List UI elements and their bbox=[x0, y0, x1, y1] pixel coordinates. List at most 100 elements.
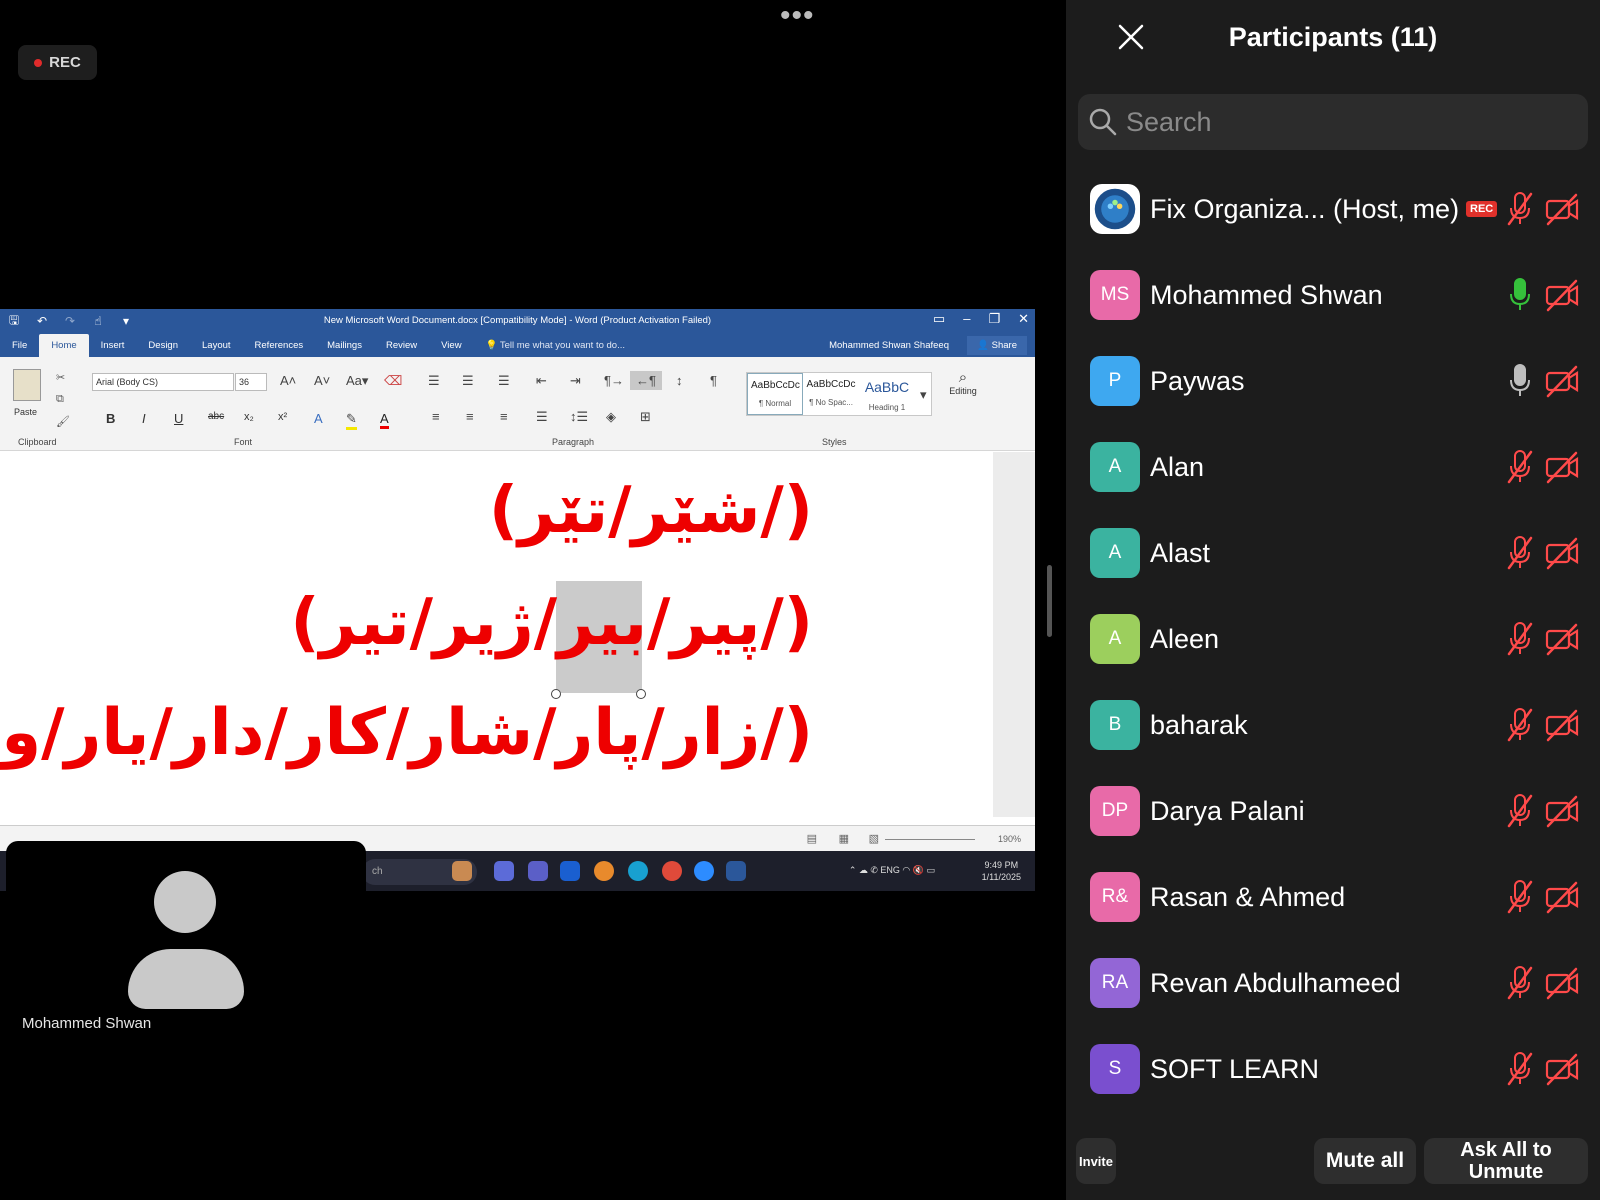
ask-all-unmute-button[interactable]: Ask All to Unmute bbox=[1424, 1138, 1588, 1184]
minimize-icon[interactable]: – bbox=[963, 311, 970, 327]
video-off-icon[interactable] bbox=[1544, 879, 1580, 915]
format-painter-icon[interactable]: 🖌 bbox=[56, 415, 70, 428]
rtl-icon[interactable]: ←¶ bbox=[630, 371, 662, 390]
sort-icon[interactable]: ↕ bbox=[676, 373, 683, 388]
participant-row[interactable]: P Paywas bbox=[1066, 338, 1600, 424]
document-page[interactable]: (/شێر/تێر) (/پیر/بیر/ژیر/تیر) (/زار/پار/… bbox=[0, 452, 993, 817]
tab-home[interactable]: Home bbox=[39, 334, 89, 357]
shared-screen[interactable]: 🖫 ↶ ↷ ☝ ▾ New Microsoft Word Document.do… bbox=[0, 309, 1035, 891]
video-off-icon[interactable] bbox=[1544, 793, 1580, 829]
close-window-icon[interactable]: ✕ bbox=[1018, 311, 1029, 327]
ribbon-display-icon[interactable]: ▭ bbox=[933, 311, 945, 327]
text-effects-icon[interactable]: A bbox=[314, 411, 323, 426]
selection-handle-right[interactable] bbox=[636, 689, 646, 699]
subscript-icon[interactable]: x₂ bbox=[244, 411, 254, 423]
tab-file[interactable]: File bbox=[0, 340, 39, 357]
mic-muted-icon[interactable] bbox=[1506, 1050, 1534, 1088]
more-options-icon[interactable]: ••• bbox=[780, 1, 815, 31]
video-off-icon[interactable] bbox=[1544, 621, 1580, 657]
tab-mailings[interactable]: Mailings bbox=[315, 340, 374, 357]
participant-row[interactable]: A Alast bbox=[1066, 510, 1600, 596]
mic-muted-icon[interactable] bbox=[1506, 534, 1534, 572]
document-scrollbar[interactable] bbox=[993, 452, 1035, 817]
tab-insert[interactable]: Insert bbox=[89, 340, 137, 357]
multilevel-list-icon[interactable]: ☰ bbox=[498, 373, 510, 389]
participant-row[interactable]: Fix Organiza... (Host, me) REC bbox=[1066, 166, 1600, 252]
tab-design[interactable]: Design bbox=[136, 340, 190, 357]
participant-row[interactable]: Bbaharak bbox=[1066, 682, 1600, 768]
video-off-icon[interactable] bbox=[1544, 191, 1580, 227]
mic-muted-icon[interactable] bbox=[1506, 620, 1534, 658]
mic-muted-icon[interactable] bbox=[1506, 190, 1534, 228]
cut-icon[interactable]: ✂ bbox=[56, 371, 65, 384]
participant-row[interactable]: A Aleen bbox=[1066, 596, 1600, 682]
styles-more-icon[interactable]: ▾ bbox=[920, 387, 927, 403]
restore-icon[interactable]: ❐ bbox=[988, 311, 1000, 327]
decrease-indent-icon[interactable]: ⇤ bbox=[536, 373, 547, 389]
align-center-icon[interactable]: ≡ bbox=[466, 409, 474, 424]
clear-formatting-icon[interactable]: ⌫ bbox=[384, 373, 402, 389]
taskbar-clock[interactable]: 9:49 PM 1/11/2025 bbox=[982, 859, 1021, 883]
mic-icon[interactable] bbox=[1506, 362, 1534, 400]
video-off-icon[interactable] bbox=[1544, 1051, 1580, 1087]
mic-muted-icon[interactable] bbox=[1506, 706, 1534, 744]
participant-row[interactable]: A Alan bbox=[1066, 424, 1600, 510]
participant-search[interactable] bbox=[1078, 94, 1588, 150]
video-off-icon[interactable] bbox=[1544, 535, 1580, 571]
document-line-2[interactable]: (/پیر/بیر/ژیر/تیر) bbox=[290, 586, 813, 660]
read-mode-icon[interactable]: ▤ bbox=[807, 832, 817, 845]
chrome-icon[interactable] bbox=[662, 861, 682, 881]
increase-indent-icon[interactable]: ⇥ bbox=[570, 373, 581, 389]
video-off-icon[interactable] bbox=[1544, 277, 1580, 313]
video-off-icon[interactable] bbox=[1544, 449, 1580, 485]
mic-icon[interactable] bbox=[1506, 276, 1534, 314]
firefox-icon[interactable] bbox=[594, 861, 614, 881]
show-marks-icon[interactable]: ¶ bbox=[710, 373, 717, 388]
selection-handle-left[interactable] bbox=[551, 689, 561, 699]
app-l-icon[interactable] bbox=[560, 861, 580, 881]
font-color-icon[interactable]: A bbox=[380, 411, 389, 429]
shading-icon[interactable]: ◈ bbox=[606, 409, 616, 425]
participant-row[interactable]: MS Mohammed Shwan bbox=[1066, 252, 1600, 338]
change-case-icon[interactable]: Aa▾ bbox=[346, 373, 368, 389]
font-size-select[interactable]: 36 bbox=[235, 373, 267, 391]
mic-muted-icon[interactable] bbox=[1506, 964, 1534, 1002]
editing-button[interactable]: ⌕ Editing bbox=[948, 369, 978, 396]
shrink-font-icon[interactable]: A˅ bbox=[314, 373, 330, 388]
style-normal[interactable]: AaBbCcDc ¶ Normal bbox=[747, 373, 803, 415]
video-off-icon[interactable] bbox=[1544, 965, 1580, 1001]
justify-icon[interactable]: ☰ bbox=[536, 409, 548, 425]
participant-row[interactable]: S SOFT LEARN bbox=[1066, 1026, 1600, 1112]
video-off-icon[interactable] bbox=[1544, 707, 1580, 743]
borders-icon[interactable]: ⊞ bbox=[640, 409, 651, 425]
zoom-level[interactable]: 190% bbox=[998, 834, 1021, 844]
highlight-icon[interactable]: ✎ bbox=[346, 411, 357, 430]
self-video-tile[interactable]: Mohammed Shwan bbox=[6, 841, 366, 1043]
mic-muted-icon[interactable] bbox=[1506, 878, 1534, 916]
tab-review[interactable]: Review bbox=[374, 340, 429, 357]
mute-all-button[interactable]: Mute all bbox=[1314, 1138, 1416, 1184]
document-line-3[interactable]: (/زار/پار/شار/کار/دار/یار/وار) bbox=[0, 696, 813, 770]
italic-icon[interactable]: I bbox=[142, 411, 146, 426]
zoom-slider[interactable] bbox=[885, 839, 975, 840]
underline-icon[interactable]: U bbox=[174, 411, 183, 426]
share-button[interactable]: 👤 Share bbox=[967, 336, 1027, 355]
style-no-spacing[interactable]: AaBbCcDc ¶ No Spac... bbox=[803, 373, 859, 415]
document-line-1[interactable]: (/شێر/تێر) bbox=[489, 474, 813, 548]
tell-me-box[interactable]: 💡 Tell me what you want to do... bbox=[474, 340, 637, 357]
align-left-icon[interactable]: ≡ bbox=[432, 409, 440, 424]
grow-font-icon[interactable]: A˄ bbox=[280, 373, 296, 388]
mic-muted-icon[interactable] bbox=[1506, 448, 1534, 486]
recording-badge[interactable]: REC bbox=[18, 45, 97, 80]
account-name[interactable]: Mohammed Shwan Shafeeq bbox=[829, 340, 949, 351]
panel-resize-handle[interactable] bbox=[1047, 565, 1052, 637]
system-tray[interactable]: ⌃ ☁ ✆ ENG ◠ 🔇 ▭ bbox=[849, 865, 935, 876]
copy-icon[interactable]: ⧉ bbox=[56, 393, 64, 406]
align-right-icon[interactable]: ≡ bbox=[500, 409, 508, 424]
line-spacing-icon[interactable]: ↕☰ bbox=[570, 409, 588, 425]
word-app-icon[interactable] bbox=[726, 861, 746, 881]
participant-row[interactable]: RA Revan Abdulhameed bbox=[1066, 940, 1600, 1026]
paste-icon[interactable] bbox=[13, 369, 41, 401]
participant-row[interactable]: R& Rasan & Ahmed bbox=[1066, 854, 1600, 940]
bullets-icon[interactable]: ☰ bbox=[428, 373, 440, 389]
